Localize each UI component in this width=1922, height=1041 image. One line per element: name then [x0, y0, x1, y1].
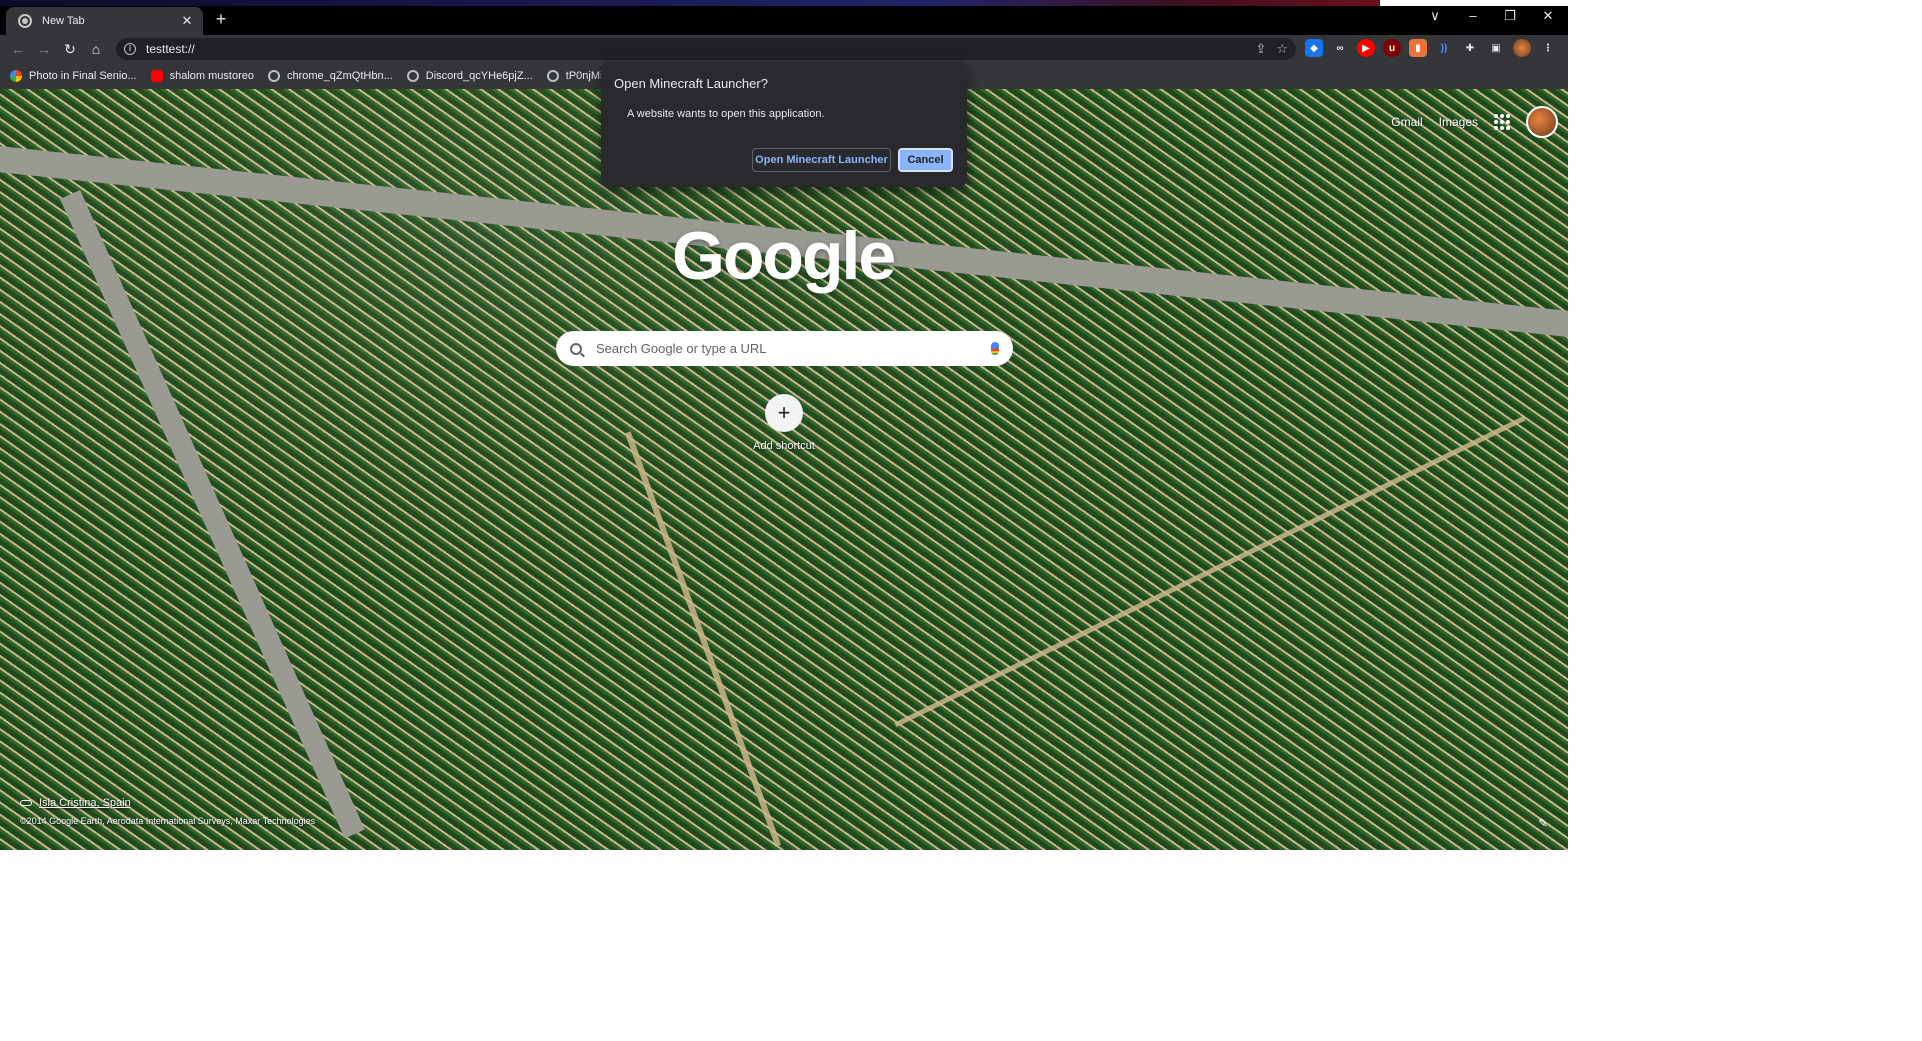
bookmark-star-icon[interactable]: ☆: [1276, 41, 1288, 57]
background-path: [624, 431, 782, 847]
new-tab-page: Gmail Images Google Search Google or typ…: [0, 89, 1568, 850]
side-panel-icon[interactable]: ▣: [1487, 39, 1505, 57]
bookmark-label: Photo in Final Senio...: [29, 70, 137, 82]
account-avatar[interactable]: [1526, 106, 1558, 138]
bookmark-label: Discord_qcYHe6pjZ...: [425, 70, 533, 82]
home-button[interactable]: ⌂: [83, 36, 109, 62]
new-tab-button[interactable]: +: [211, 9, 231, 29]
attribution-credit: ©2014 Google Earth, Aerodata Internation…: [20, 816, 316, 826]
share-icon[interactable]: ⇪: [1255, 41, 1266, 57]
browser-window: New Tab ✕ + ∨ – ❐ ✕ ← → ↻ ⌂ i testtest:/…: [0, 0, 1568, 850]
tab-new-tab[interactable]: New Tab ✕: [6, 7, 203, 35]
bookmark-item[interactable]: Photo in Final Senio...: [10, 70, 137, 82]
back-button[interactable]: ←: [5, 36, 31, 62]
toolbar: ← → ↻ ⌂ i testtest:// ⇪ ☆ ◆ ∞ ▶ u ▮ )) ✚…: [0, 35, 1568, 63]
dialog-body: A website wants to open this application…: [627, 108, 825, 120]
plus-icon[interactable]: +: [765, 394, 803, 432]
cancel-button[interactable]: Cancel: [898, 148, 953, 172]
background-attribution: Isla Cristina, Spain ©2014 Google Earth,…: [20, 797, 315, 826]
attribution-location-link[interactable]: Isla Cristina, Spain: [20, 797, 315, 809]
add-shortcut-tile[interactable]: + Add shortcut: [749, 394, 819, 452]
open-minecraft-launcher-button[interactable]: Open Minecraft Launcher: [752, 148, 891, 172]
address-bar[interactable]: i testtest:// ⇪ ☆: [116, 38, 1296, 60]
chrome-icon: [18, 14, 32, 28]
window-titlebar-accent: [0, 0, 1568, 6]
add-shortcut-label: Add shortcut: [753, 440, 815, 452]
google-apps-icon[interactable]: [1494, 114, 1510, 130]
globe-icon: [268, 70, 280, 82]
forward-button[interactable]: →: [31, 36, 57, 62]
bookmark-item[interactable]: Discord_qcYHe6pjZ...: [406, 70, 533, 82]
background-path: [894, 415, 1526, 728]
external-protocol-dialog: Open Minecraft Launcher? A website wants…: [601, 62, 967, 187]
link-icon: [20, 800, 32, 806]
dialog-title: Open Minecraft Launcher?: [614, 76, 768, 91]
bookmark-item[interactable]: chrome_qZmQtHbn...: [268, 70, 393, 82]
desktop-background: [1568, 0, 1922, 1041]
reload-button[interactable]: ↻: [57, 36, 83, 62]
tab-title: New Tab: [42, 15, 85, 27]
bookmark-item[interactable]: shalom mustoreo: [150, 70, 254, 82]
youtube-icon: [150, 70, 163, 82]
minimize-button[interactable]: –: [1461, 8, 1485, 23]
search-input[interactable]: Search Google or type a URL: [596, 341, 991, 356]
tab-search-dropdown-icon[interactable]: ∨: [1423, 8, 1447, 24]
tab-strip: New Tab ✕ + ∨ – ❐ ✕: [0, 0, 1568, 35]
extension-ublock-icon[interactable]: u: [1383, 39, 1401, 57]
restore-button[interactable]: ❐: [1498, 8, 1522, 24]
extension-audio-icon[interactable]: )): [1435, 39, 1453, 57]
attribution-location: Isla Cristina, Spain: [39, 797, 131, 809]
extension-glasses-icon[interactable]: ∞: [1331, 39, 1349, 57]
top-links: Gmail Images: [1391, 106, 1558, 138]
tab-close-icon[interactable]: ✕: [179, 13, 195, 29]
extension-bitwarden-icon[interactable]: ◆: [1305, 39, 1323, 57]
site-info-icon[interactable]: i: [124, 43, 136, 55]
photos-icon: [10, 70, 22, 82]
search-icon: [570, 342, 582, 355]
extension-youtube-icon[interactable]: ▶: [1357, 39, 1375, 57]
gmail-link[interactable]: Gmail: [1391, 115, 1422, 129]
search-box[interactable]: Search Google or type a URL: [556, 331, 1013, 366]
close-window-button[interactable]: ✕: [1536, 8, 1560, 24]
globe-icon: [406, 70, 419, 82]
extension-trash-icon[interactable]: ▮: [1409, 39, 1427, 57]
voice-search-icon[interactable]: [991, 342, 999, 355]
address-bar-url: testtest://: [146, 42, 195, 56]
customize-pencil-icon[interactable]: ✎: [1538, 816, 1548, 830]
background-road: [60, 190, 365, 839]
google-logo: Google: [672, 218, 896, 294]
menu-kebab-icon[interactable]: ⋮: [1539, 39, 1557, 57]
profile-avatar-icon[interactable]: [1513, 39, 1531, 57]
globe-icon: [546, 70, 559, 82]
extensions-puzzle-icon[interactable]: ✚: [1461, 39, 1479, 57]
bookmark-label: chrome_qZmQtHbn...: [287, 70, 393, 82]
bookmark-label: shalom mustoreo: [169, 70, 254, 82]
desktop-background: [0, 850, 1568, 1041]
images-link[interactable]: Images: [1439, 115, 1478, 129]
